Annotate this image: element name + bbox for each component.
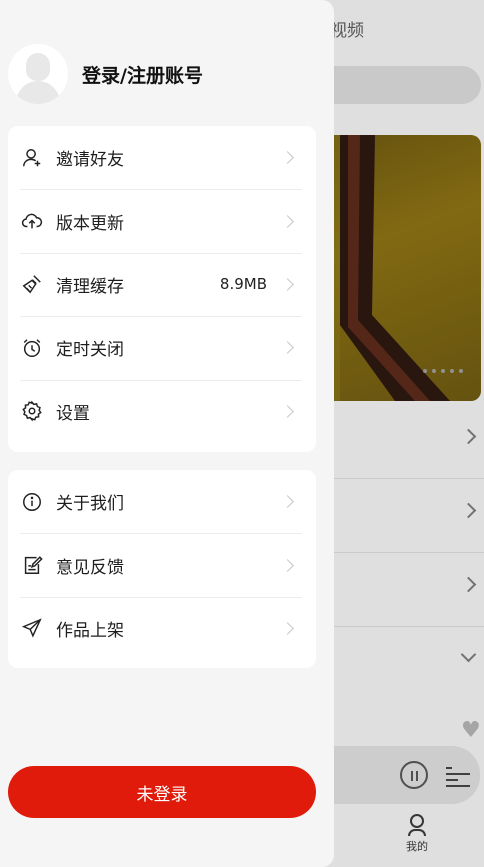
menu-item-label: 设置 [56, 403, 90, 424]
menu-item-settings[interactable]: 设置 [8, 379, 316, 443]
menu-item-label: 作品上架 [56, 620, 124, 641]
menu-item-label: 意见反馈 [56, 557, 124, 578]
menu-item-timer-close[interactable]: 定时关闭 [8, 316, 316, 379]
menu-group-1: 邀请好友 版本更新 清理缓存 8.9MB 定时关闭 设置 [8, 126, 316, 452]
info-icon [20, 490, 44, 514]
chevron-right-icon [281, 341, 294, 355]
avatar[interactable] [8, 44, 68, 104]
menu-item-clear-cache[interactable]: 清理缓存 8.9MB [8, 252, 316, 316]
menu-item-label: 版本更新 [56, 213, 124, 234]
broom-icon [20, 272, 44, 296]
alarm-clock-icon [20, 336, 44, 360]
menu-item-invite-friends[interactable]: 邀请好友 [8, 126, 316, 189]
profile-header[interactable]: 登录/注册账号 [8, 44, 203, 104]
menu-item-label: 清理缓存 [56, 276, 124, 297]
chevron-right-icon [281, 622, 294, 635]
chevron-right-icon [281, 278, 294, 291]
login-register-title[interactable]: 登录/注册账号 [82, 61, 203, 88]
menu-item-label: 定时关闭 [56, 340, 124, 361]
chevron-right-icon [281, 214, 294, 228]
cache-size-value: 8.9MB [219, 275, 267, 294]
menu-group-2: 关于我们 意见反馈 作品上架 [8, 470, 316, 668]
cloud-upload-icon [20, 209, 44, 233]
menu-item-feedback[interactable]: 意见反馈 [8, 533, 316, 596]
chevron-right-icon [281, 151, 294, 165]
side-drawer: 登录/注册账号 邀请好友 版本更新 清理缓存 8.9MB 定时关闭 设置 关于我… [0, 0, 334, 867]
chevron-right-icon [281, 404, 294, 418]
menu-item-publish-works[interactable]: 作品上架 [8, 596, 316, 660]
send-icon [20, 616, 44, 640]
user-icon [20, 146, 44, 170]
chevron-right-icon [281, 558, 294, 572]
feedback-icon [20, 553, 44, 577]
menu-item-label: 关于我们 [56, 494, 124, 515]
menu-item-version-update[interactable]: 版本更新 [8, 189, 316, 252]
chevron-right-icon [281, 495, 294, 509]
gear-icon [20, 399, 44, 423]
not-logged-in-button[interactable]: 未登录 [8, 766, 316, 818]
menu-item-about-us[interactable]: 关于我们 [8, 470, 316, 533]
menu-item-label: 邀请好友 [56, 150, 124, 171]
